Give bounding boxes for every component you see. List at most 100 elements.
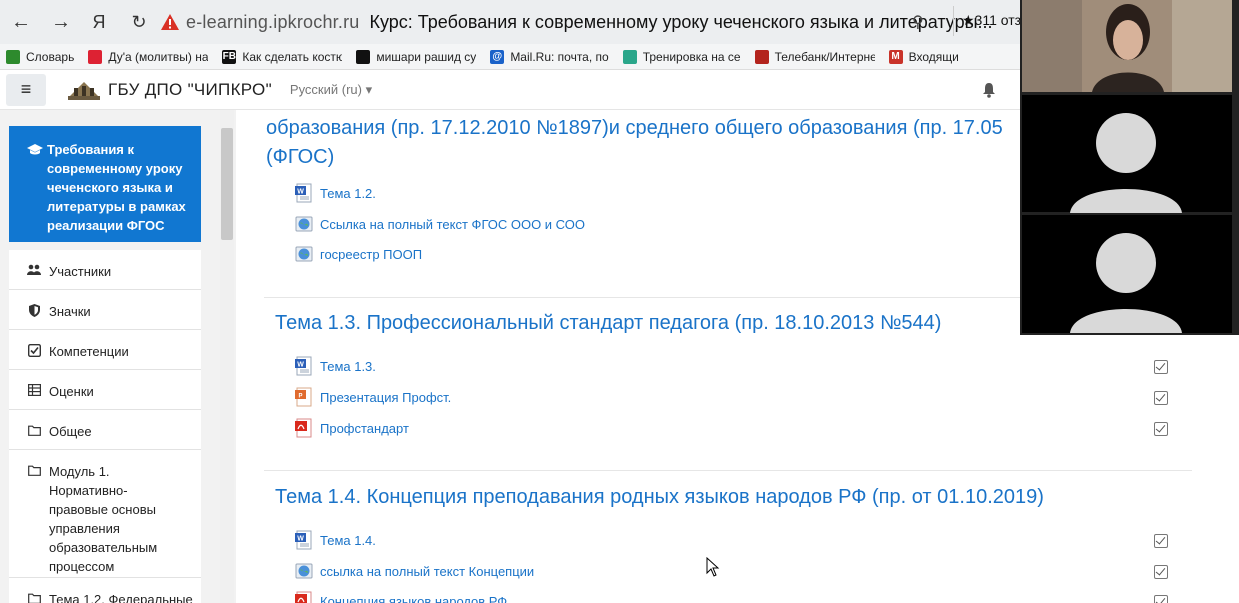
user-placeholder-icon xyxy=(1070,233,1182,333)
site-name[interactable]: ГБУ ДПО "ЧИПКРО" xyxy=(108,80,272,100)
section-heading-previous[interactable]: образования (пр. 17.12.2010 №1897)и сред… xyxy=(266,114,1003,172)
ppt-file-icon: P xyxy=(294,387,314,407)
bookmark-favicon-icon xyxy=(356,49,371,64)
activity-label[interactable]: Тема 1.2. xyxy=(320,186,376,201)
svg-text:W: W xyxy=(297,362,304,369)
drawer-nav-item[interactable]: Модуль 1. Нормативно-правовые основы упр… xyxy=(9,450,201,578)
bookmark-item[interactable]: Словарь xyxy=(6,49,75,64)
section-title[interactable]: Тема 1.3. Профессиональный стандарт педа… xyxy=(275,312,941,335)
bookmark-label: мишари рашид су xyxy=(376,49,477,64)
word-file-icon: W xyxy=(294,183,314,203)
completion-checkbox[interactable] xyxy=(1154,360,1168,374)
bookmark-favicon-icon: FB xyxy=(222,49,237,64)
video-tile-participant xyxy=(1022,95,1232,213)
video-tile-participant xyxy=(1022,215,1232,333)
language-selector[interactable]: Русский (ru) ▾ xyxy=(290,82,372,98)
url-file-icon xyxy=(294,561,314,581)
bookmark-item[interactable]: M Входящи xyxy=(888,49,959,64)
drawer-nav-item[interactable]: Общее xyxy=(9,410,201,450)
graduation-cap-icon xyxy=(27,142,43,155)
bookmark-item[interactable]: Ду'а (молитвы) на xyxy=(88,49,209,64)
pdf-file-icon xyxy=(294,591,314,603)
activity-link[interactable]: госреестр ПООП xyxy=(294,244,422,264)
activity-link[interactable]: Концепция языков народов РФ xyxy=(294,591,507,603)
search-icon[interactable]: ⚲ xyxy=(912,12,924,32)
section-heading-line[interactable]: (ФГОС) xyxy=(266,143,1003,172)
drawer-scrollbar-thumb[interactable] xyxy=(221,128,233,240)
back-icon[interactable]: ← xyxy=(6,7,36,37)
completion-checkbox[interactable] xyxy=(1154,391,1168,405)
bookmark-item[interactable]: @ Mail.Ru: почта, по xyxy=(490,49,609,64)
bookmark-label: Телебанк/Интерне xyxy=(774,49,875,64)
course-nav-card[interactable]: Требования к современному уроку чеченско… xyxy=(9,126,201,242)
drawer-nav-item[interactable]: Участники xyxy=(9,250,201,290)
url-field[interactable]: e-learning.ipkrochr.ru Курс: Требования … xyxy=(160,6,993,38)
activity-link[interactable]: Профстандарт xyxy=(294,418,409,438)
activity-label[interactable]: Тема 1.3. xyxy=(320,359,376,374)
drawer-nav-item[interactable]: Значки xyxy=(9,290,201,330)
checkbox-icon xyxy=(27,343,41,357)
bookmark-item[interactable]: FB Как сделать костю xyxy=(222,49,342,64)
pdf-file-icon xyxy=(294,418,314,438)
folder-icon xyxy=(27,423,41,437)
menu-icon[interactable]: ≡ xyxy=(6,73,46,106)
bell-icon[interactable] xyxy=(982,82,996,98)
activity-link[interactable]: P Презентация Профст. xyxy=(294,387,451,407)
url-file-icon xyxy=(294,244,314,264)
speaker-video-icon xyxy=(1022,0,1232,92)
drawer-nav-item[interactable]: Компетенции xyxy=(9,330,201,370)
mouse-cursor-icon xyxy=(706,557,720,577)
forward-icon[interactable]: → xyxy=(46,7,76,37)
site-logo[interactable] xyxy=(64,76,104,104)
drawer-nav-label: Оценки xyxy=(49,384,94,399)
completion-checkbox[interactable] xyxy=(1154,422,1168,436)
drawer-nav-item[interactable]: Оценки xyxy=(9,370,201,410)
activity-label[interactable]: ссылка на полный текст Концепции xyxy=(320,564,534,579)
completion-checkbox[interactable] xyxy=(1154,595,1168,603)
bookmark-label: Ду'а (молитвы) на xyxy=(108,49,209,64)
drawer-nav-item[interactable]: Тема 1.2. Федеральные xyxy=(9,578,201,603)
activity-link[interactable]: Ссылка на полный текст ФГОС ООО и СОО xyxy=(294,214,585,234)
activity-link[interactable]: W Тема 1.3. xyxy=(294,356,376,376)
drawer-nav-label: Тема 1.2. Федеральные xyxy=(49,592,193,603)
warning-icon xyxy=(160,12,180,32)
activity-label[interactable]: Презентация Профст. xyxy=(320,390,451,405)
caret-down-icon: ▾ xyxy=(365,81,373,97)
folder-icon xyxy=(27,463,41,477)
bookmark-label: Словарь xyxy=(26,49,75,64)
activity-label[interactable]: Концепция языков народов РФ xyxy=(320,594,507,603)
table-icon xyxy=(27,383,41,397)
url-domain[interactable]: e-learning.ipkrochr.ru xyxy=(186,12,359,33)
bookmark-item[interactable]: Телебанк/Интерне xyxy=(754,49,875,64)
bookmark-favicon-icon xyxy=(6,49,20,64)
bookmark-item[interactable]: мишари рашид су xyxy=(356,49,477,64)
activity-link[interactable]: ссылка на полный текст Концепции xyxy=(294,561,534,581)
word-file-icon: W xyxy=(294,530,314,550)
bookmark-item[interactable]: Тренировка на се xyxy=(622,49,741,64)
reviews-badge[interactable]: ★311 отзы xyxy=(953,6,1023,36)
svg-text:P: P xyxy=(298,394,302,400)
bookmark-favicon-icon: @ xyxy=(490,49,505,64)
url-file-icon xyxy=(294,214,314,234)
activity-label[interactable]: госреестр ПООП xyxy=(320,247,422,262)
activity-link[interactable]: W Тема 1.2. xyxy=(294,183,376,203)
video-tile-speaker xyxy=(1022,0,1232,92)
drawer-nav-label: Значки xyxy=(49,304,91,319)
word-file-icon: W xyxy=(294,356,314,376)
reload-icon[interactable]: ↻ xyxy=(124,7,154,37)
section-title[interactable]: Тема 1.4. Концепция преподавания родных … xyxy=(275,486,1044,509)
bookmark-favicon-icon xyxy=(754,49,769,64)
yandex-icon[interactable]: Я xyxy=(84,7,114,37)
users-icon xyxy=(27,263,41,277)
bookmark-favicon-icon: M xyxy=(888,49,903,64)
activity-label[interactable]: Профстандарт xyxy=(320,421,409,436)
activity-label[interactable]: Ссылка на полный текст ФГОС ООО и СОО xyxy=(320,217,585,232)
completion-checkbox[interactable] xyxy=(1154,534,1168,548)
activity-label[interactable]: Тема 1.4. xyxy=(320,533,376,548)
completion-checkbox[interactable] xyxy=(1154,565,1168,579)
language-label: Русский (ru) xyxy=(289,81,362,97)
course-title: Требования к современному уроку чеченско… xyxy=(47,142,186,233)
activity-link[interactable]: W Тема 1.4. xyxy=(294,530,376,550)
drawer-nav-label: Участники xyxy=(49,264,112,279)
section-heading-line[interactable]: образования (пр. 17.12.2010 №1897)и сред… xyxy=(266,114,1003,143)
